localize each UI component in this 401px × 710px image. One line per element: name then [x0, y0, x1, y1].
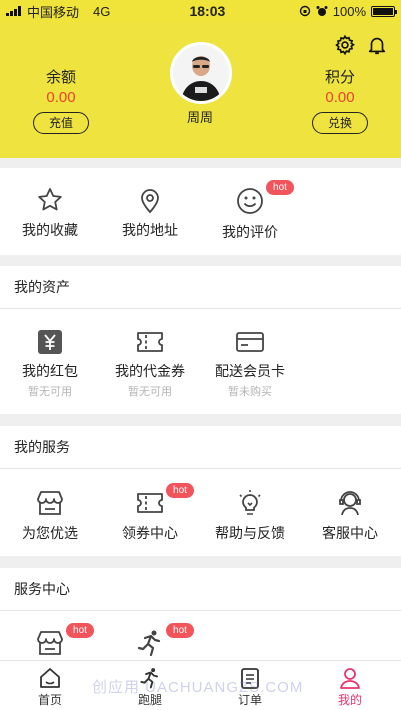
tab-mine-label: 我的: [337, 693, 362, 707]
balance-label: 余额: [45, 69, 76, 86]
red-packet-icon: [38, 330, 62, 354]
order-list-icon: [241, 668, 259, 689]
service-center-title: 服务中心: [0, 568, 401, 611]
rotation-lock-icon: [299, 5, 310, 17]
hot-badge: hot: [266, 180, 294, 195]
member-card-label: 配送会员卡: [215, 363, 285, 379]
tab-bar: 首页 跑腿 订单 我的: [0, 660, 401, 710]
recommend-label: 为您优选: [22, 525, 78, 541]
shop-icon: [37, 631, 63, 655]
customer-service-label: 客服中心: [322, 525, 378, 541]
redeem-button[interactable]: 兑换: [312, 112, 368, 134]
reviews-label: 我的评价: [222, 224, 278, 240]
avatar[interactable]: [170, 42, 232, 104]
shop-icon: [37, 491, 63, 515]
smile-icon: [237, 188, 263, 214]
username: 周周: [186, 110, 213, 125]
voucher-label: 我的代金券: [115, 363, 185, 379]
coupon-icon: [137, 493, 163, 513]
battery-icon: [371, 5, 397, 17]
carrier-name: 中国移动: [27, 4, 80, 20]
coupon-center-item[interactable]: hot 领券中心: [100, 483, 200, 543]
address-item[interactable]: 我的地址: [100, 186, 200, 242]
quick-links-card: 我的收藏 我的地址 hot 我的评价: [0, 168, 401, 255]
voucher-item[interactable]: 我的代金券 暂无可用: [100, 329, 200, 399]
assets-card: 我的资产 我的红包 暂无可用 我的代金券 暂无可用 配送会员卡 暂未购买: [0, 266, 401, 414]
alarm-icon: [316, 6, 328, 16]
home-icon: [40, 668, 60, 688]
address-label: 我的地址: [122, 222, 178, 238]
red-packet-label: 我的红包: [22, 363, 78, 379]
user-icon: [340, 668, 360, 689]
service-center-shop-item[interactable]: hot: [0, 623, 100, 657]
red-packet-status: 暂无可用: [28, 386, 72, 398]
lightbulb-icon: [239, 490, 261, 515]
bell-icon[interactable]: [366, 34, 388, 56]
profile-header: 余额 0.00 充值 周周 积分 0.00 兑换: [0, 22, 401, 158]
favorites-item[interactable]: 我的收藏: [0, 186, 100, 242]
recommend-item[interactable]: 为您优选: [0, 489, 100, 543]
signal-icon: [6, 6, 21, 16]
status-time: 18:03: [189, 3, 226, 19]
location-pin-icon: [141, 189, 159, 214]
tab-home-label: 首页: [37, 693, 62, 707]
network-type: 4G: [93, 3, 111, 19]
tab-home[interactable]: 首页: [0, 661, 100, 710]
service-center-card: 服务中心 hot hot: [0, 568, 401, 660]
hot-badge: hot: [66, 623, 94, 638]
coupon-icon: [137, 332, 163, 352]
red-packet-item[interactable]: 我的红包 暂无可用: [0, 329, 100, 399]
help-feedback-label: 帮助与反馈: [215, 525, 285, 541]
services-title: 我的服务: [0, 426, 401, 469]
balance-block: 余额 0.00 充值: [11, 66, 111, 134]
service-center-errand-item[interactable]: hot: [100, 623, 200, 657]
headset-icon: [339, 491, 361, 516]
status-bar: 中国移动 4G 18:03 100%: [0, 0, 401, 22]
reviews-item[interactable]: hot 我的评价: [200, 180, 300, 242]
customer-service-item[interactable]: 客服中心: [300, 489, 400, 543]
voucher-status: 暂无可用: [128, 386, 172, 398]
star-icon: [38, 188, 62, 211]
member-card-icon: [236, 332, 264, 352]
tab-errand-label: 跑腿: [137, 693, 162, 707]
points-block: 积分 0.00 兑换: [290, 66, 390, 134]
assets-title: 我的资产: [0, 266, 401, 309]
tab-mine[interactable]: 我的: [300, 661, 400, 710]
balance-value: 0.00: [46, 89, 76, 106]
help-feedback-item[interactable]: 帮助与反馈: [200, 489, 300, 543]
points-value: 0.00: [325, 89, 355, 106]
recharge-button[interactable]: 充值: [33, 112, 89, 134]
favorites-label: 我的收藏: [22, 222, 78, 238]
member-card-status: 暂未购买: [228, 386, 272, 398]
runner-icon: [140, 668, 159, 689]
services-card: 我的服务 为您优选 hot 领券中心 帮助与反馈 客服中心: [0, 426, 401, 556]
runner-icon: [137, 630, 161, 657]
coupon-center-label: 领券中心: [122, 525, 178, 541]
points-label: 积分: [324, 69, 355, 86]
gear-icon[interactable]: [334, 34, 356, 56]
battery-percent: 100%: [332, 3, 366, 19]
tab-errand[interactable]: 跑腿: [100, 661, 200, 710]
tab-orders-label: 订单: [237, 693, 262, 707]
member-card-item[interactable]: 配送会员卡 暂未购买: [200, 329, 300, 399]
avatar-photo: [173, 45, 229, 101]
hot-badge: hot: [166, 623, 194, 638]
hot-badge: hot: [166, 483, 194, 498]
tab-orders[interactable]: 订单: [200, 661, 300, 710]
